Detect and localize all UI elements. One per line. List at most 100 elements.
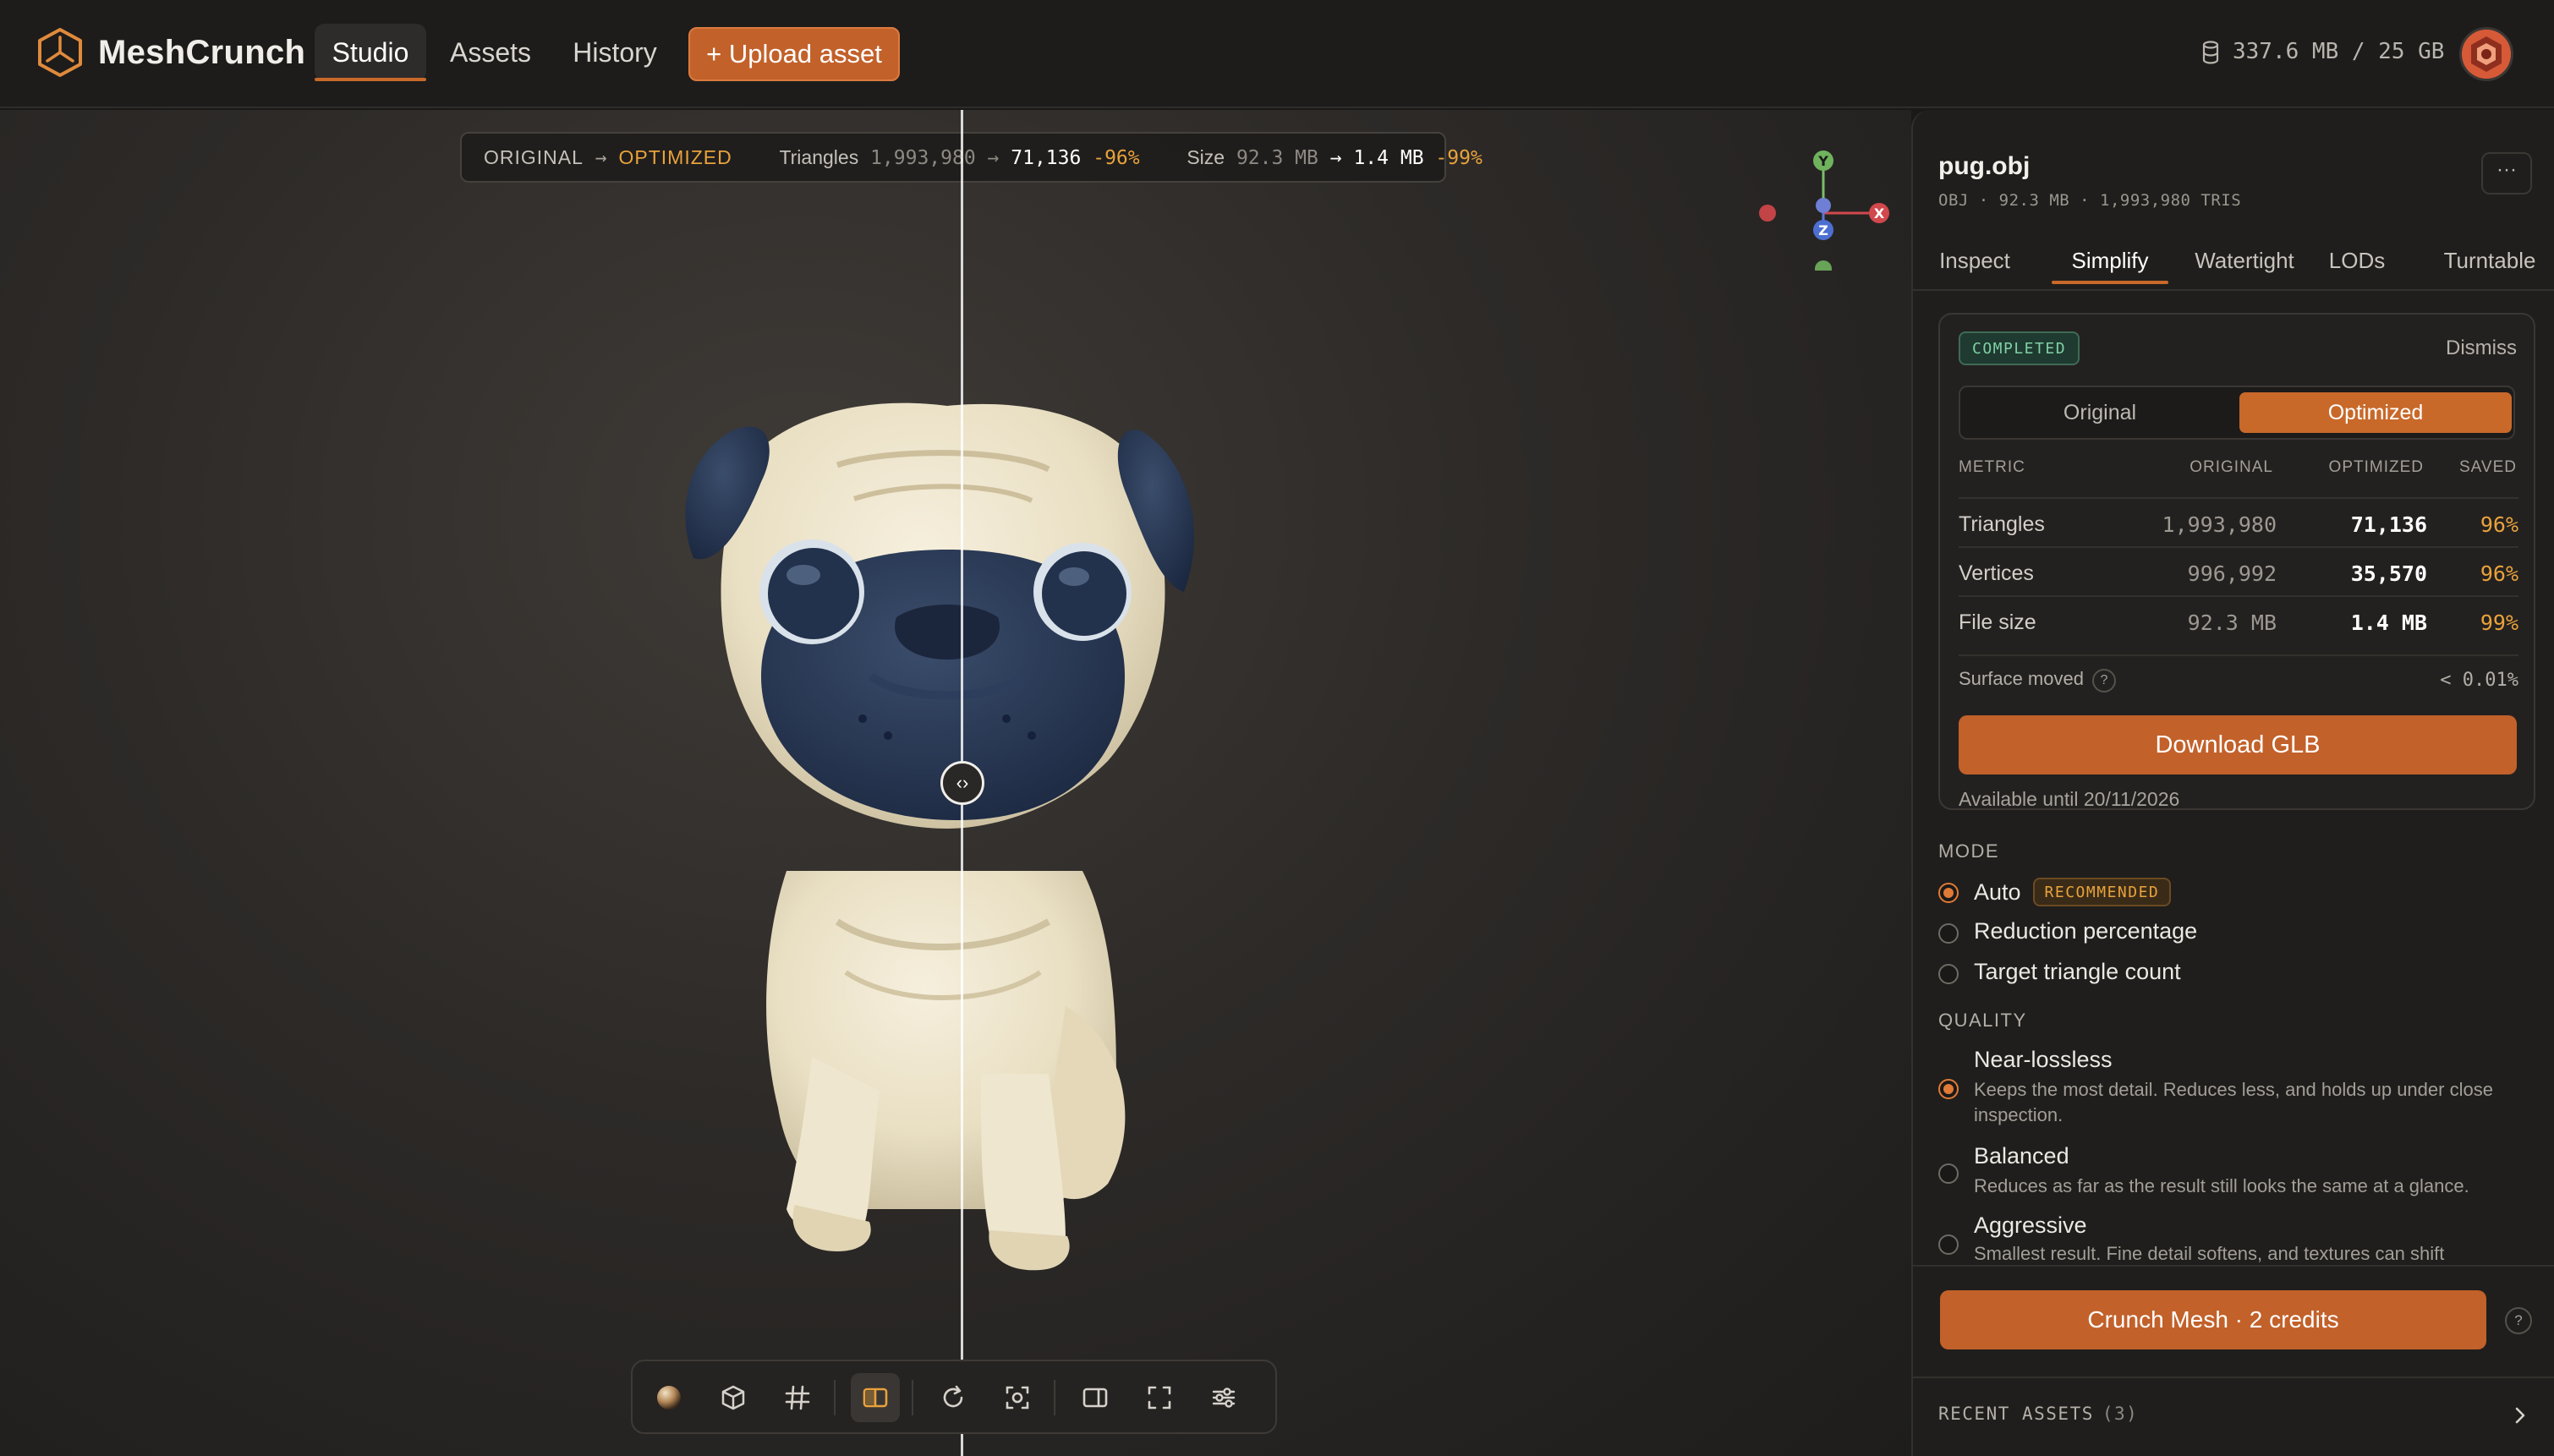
metric-name: Triangles xyxy=(1959,512,2045,536)
toggle-optimized[interactable]: Optimized xyxy=(2239,392,2512,433)
quality-aggressive-radio[interactable] xyxy=(1938,1234,1959,1255)
toggle-original[interactable]: Original xyxy=(1965,392,2234,433)
quality-section-label: QUALITY xyxy=(1938,1010,2027,1031)
metric-optimized: 71,136 xyxy=(2350,512,2427,537)
panel-tab-lods[interactable]: LODs xyxy=(2317,237,2397,284)
metric-saved: 96% xyxy=(2480,561,2518,586)
stats-size-label: Size xyxy=(1187,146,1225,168)
stats-size-original: 92.3 MB xyxy=(1236,147,1318,169)
sliders-icon xyxy=(1212,1388,1236,1408)
reset-rotation-button[interactable] xyxy=(929,1373,978,1422)
quality-balanced-radio[interactable] xyxy=(1938,1163,1959,1184)
cube-icon xyxy=(721,1385,745,1410)
crunch-mesh-button[interactable]: Crunch Mesh · 2 credits xyxy=(1940,1290,2486,1349)
gizmo-y-label: Y xyxy=(1817,153,1828,169)
toolbar-divider xyxy=(834,1380,836,1415)
surface-help-icon[interactable]: ? xyxy=(2091,669,2116,692)
gizmo-z-label: Z xyxy=(1818,222,1828,238)
quality-near-lossless-radio[interactable] xyxy=(1938,1079,1959,1099)
wireframe-cube-button[interactable] xyxy=(709,1373,758,1422)
download-glb-button[interactable]: Download GLB xyxy=(1959,715,2517,775)
mode-reduction-percentage-label[interactable]: Reduction percentage xyxy=(1974,918,2197,944)
quality-near-lossless-label[interactable]: Near-lossless xyxy=(1974,1047,2113,1073)
stats-size-percent: -99% xyxy=(1435,147,1483,169)
material-preview-button[interactable] xyxy=(644,1373,693,1422)
column-optimized: OPTIMIZED xyxy=(2328,458,2424,476)
pug-3d-model[interactable] xyxy=(668,397,1226,1294)
grid-icon xyxy=(785,1385,810,1410)
nav-tab-assets[interactable]: Assets xyxy=(440,24,541,81)
stats-arrow: → xyxy=(595,147,607,169)
table-row: Triangles 1,993,980 71,136 96% xyxy=(1959,497,2518,546)
panel-tab-turntable[interactable]: Turntable xyxy=(2431,237,2549,284)
table-row: Vertices 996,992 35,570 96% xyxy=(1959,546,2518,595)
meshcrunch-logo-icon[interactable] xyxy=(37,27,83,78)
focus-frame-button[interactable] xyxy=(993,1373,1042,1422)
recent-assets-label: RECENT ASSETS (3) xyxy=(1938,1404,2138,1424)
storage-usage: 337.6 MB / 25 GB xyxy=(2233,39,2445,64)
nav-tab-studio[interactable]: Studio xyxy=(315,24,426,81)
toolbar-divider xyxy=(1054,1380,1055,1415)
storage-database-icon xyxy=(2202,41,2219,64)
metric-original: 92.3 MB xyxy=(2187,610,2277,635)
compare-split-button[interactable] xyxy=(851,1373,900,1422)
upload-asset-button[interactable]: + Upload asset xyxy=(688,27,900,81)
original-optimized-toggle: Original Optimized xyxy=(1959,386,2515,440)
side-panel-toggle-button[interactable] xyxy=(1071,1373,1120,1422)
stats-optimized-label: OPTIMIZED xyxy=(618,146,732,168)
split-view-icon xyxy=(863,1388,888,1408)
mode-target-triangle-count-radio[interactable] xyxy=(1938,964,1959,984)
mode-auto-label[interactable]: Auto RECOMMENDED xyxy=(1974,878,2172,906)
mode-auto-radio[interactable] xyxy=(1938,883,1959,903)
mode-reduction-percentage-radio[interactable] xyxy=(1938,923,1959,944)
recent-assets-row[interactable]: RECENT ASSETS (3) xyxy=(1913,1377,2554,1456)
quality-balanced-label[interactable]: Balanced xyxy=(1974,1143,2069,1169)
3d-viewport[interactable]: ORIGINAL → OPTIMIZED Triangles 1,993,980… xyxy=(0,110,1911,1456)
compare-split-handle[interactable]: ‹› xyxy=(940,761,984,805)
quality-near-lossless-desc: Keeps the most detail. Reduces less, and… xyxy=(1974,1079,2493,1125)
viewport-toolbar xyxy=(631,1360,1277,1434)
stats-size-optimized: 1.4 MB xyxy=(1353,147,1424,169)
axis-gizmo[interactable]: Y X Z xyxy=(1752,127,1905,271)
recent-assets-text: RECENT ASSETS xyxy=(1938,1404,2094,1424)
tabs-divider xyxy=(1913,289,2554,291)
panel-tab-simplify[interactable]: Simplify xyxy=(2052,237,2168,284)
surface-moved-text: Surface moved xyxy=(1959,668,2084,689)
gizmo-origin xyxy=(1816,198,1831,213)
avatar-pattern-icon xyxy=(2462,30,2511,79)
metric-name: File size xyxy=(1959,610,2036,634)
gizmo-x-label: X xyxy=(1874,205,1885,222)
panel-tab-inspect[interactable]: Inspect xyxy=(1932,237,2018,284)
availability-note: Available until 20/11/2026 xyxy=(1959,788,2180,810)
grid-toggle-button[interactable] xyxy=(773,1373,822,1422)
user-avatar[interactable] xyxy=(2459,27,2513,81)
mode-target-triangle-count-label[interactable]: Target triangle count xyxy=(1974,959,2181,985)
stats-original-label: ORIGINAL xyxy=(484,146,584,168)
stats-triangles-percent: -96% xyxy=(1093,147,1140,169)
panel-tab-watertight[interactable]: Watertight xyxy=(2182,237,2307,284)
recommended-badge: RECOMMENDED xyxy=(2032,878,2172,906)
asset-file-name: pug.obj xyxy=(1938,152,2031,180)
toolbar-divider xyxy=(912,1380,913,1415)
recent-assets-count: (3) xyxy=(2102,1404,2139,1424)
column-metric: METRIC xyxy=(1959,458,2025,476)
stats-arrow: → xyxy=(1329,147,1342,169)
quality-aggressive-label[interactable]: Aggressive xyxy=(1974,1212,2087,1239)
crunch-help-icon[interactable]: ? xyxy=(2505,1307,2532,1334)
gizmo-neg-y[interactable] xyxy=(1815,260,1832,271)
top-bar: MeshCrunch Studio Assets History + Uploa… xyxy=(0,0,2554,108)
sidebar-icon xyxy=(1082,1388,1108,1408)
fullscreen-button[interactable] xyxy=(1135,1373,1184,1422)
fullscreen-icon xyxy=(1148,1386,1171,1409)
gizmo-neg-x[interactable] xyxy=(1759,205,1776,222)
view-settings-button[interactable] xyxy=(1199,1373,1248,1422)
surface-moved-value: < 0.01% xyxy=(2440,670,2518,691)
more-options-button[interactable]: ··· xyxy=(2481,152,2532,194)
sphere-icon xyxy=(657,1386,681,1409)
column-original: ORIGINAL xyxy=(2190,458,2273,476)
brand-name: MeshCrunch xyxy=(98,34,306,71)
nav-tab-history[interactable]: History xyxy=(562,24,668,81)
stats-arrow: → xyxy=(987,147,1000,169)
metric-original: 1,993,980 xyxy=(2162,512,2277,537)
dismiss-button[interactable]: Dismiss xyxy=(2446,337,2517,360)
